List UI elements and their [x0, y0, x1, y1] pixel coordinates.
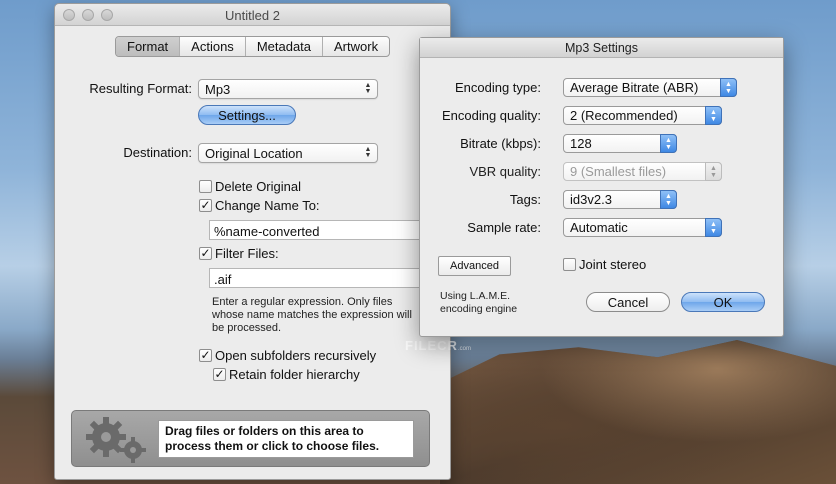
advanced-button[interactable]: Advanced [438, 256, 511, 276]
tab-artwork[interactable]: Artwork [323, 37, 389, 56]
bitrate-label: Bitrate (kbps): [460, 136, 541, 151]
resulting-format-label: Resulting Format: [89, 81, 192, 96]
watermark: FILECR.com [405, 338, 471, 353]
encoding-quality-select[interactable]: 2 (Recommended) ▲ ▼ [563, 106, 722, 125]
filter-files-checkbox[interactable]: ✓ [199, 247, 212, 260]
desktop-wallpaper-mountain [440, 340, 836, 484]
delete-original-label: Delete Original [215, 179, 301, 194]
encoding-type-select[interactable]: Average Bitrate (ABR) ▲ ▼ [563, 78, 737, 97]
tab-bar: Format Actions Metadata Artwork [115, 36, 391, 57]
tab-metadata[interactable]: Metadata [246, 37, 324, 56]
change-name-field[interactable]: %name-converted [209, 220, 419, 240]
vbr-quality-label: VBR quality: [469, 164, 541, 179]
destination-select[interactable]: Original Location ▲ ▼ [198, 143, 378, 163]
filter-files-label: Filter Files: [215, 246, 279, 261]
bitrate-value: 128 [570, 136, 592, 151]
drop-zone-text: Drag files or folders on this area to pr… [158, 420, 414, 458]
tags-select[interactable]: id3v2.3 ▲ ▼ [563, 190, 677, 209]
joint-stereo-label: Joint stereo [579, 257, 647, 272]
tags-label: Tags: [509, 192, 541, 207]
main-titlebar[interactable]: Untitled 2 [55, 4, 450, 26]
resulting-format-value: Mp3 [205, 82, 231, 97]
updown-arrows-icon: ▲ ▼ [660, 134, 677, 153]
gears-icon [84, 415, 150, 463]
destination-label: Destination: [123, 145, 192, 160]
updown-arrows-icon: ▲ ▼ [705, 218, 722, 237]
resulting-format-select[interactable]: Mp3 ▲ ▼ [198, 79, 378, 99]
main-window: Untitled 2 Format Actions Metadata Artwo… [54, 3, 451, 480]
settings-button[interactable]: Settings... [198, 105, 296, 125]
updown-arrows-icon: ▲ ▼ [660, 190, 677, 209]
filter-files-field[interactable]: .aif [209, 268, 419, 288]
encoding-quality-label: Encoding quality: [441, 108, 541, 123]
destination-value: Original Location [205, 146, 303, 161]
mp3-settings-title: Mp3 Settings [420, 38, 783, 58]
updown-arrows-icon: ▲ ▼ [705, 106, 722, 125]
window-title: Untitled 2 [225, 8, 280, 23]
tab-format[interactable]: Format [116, 37, 181, 56]
sample-rate-label: Sample rate: [467, 220, 541, 235]
bitrate-select[interactable]: 128 ▲ ▼ [563, 134, 677, 153]
encoding-quality-value: 2 (Recommended) [570, 108, 678, 123]
updown-arrows-icon: ▲ ▼ [364, 82, 372, 95]
sample-rate-value: Automatic [570, 220, 628, 235]
encoding-type-value: Average Bitrate (ABR) [570, 80, 699, 95]
open-subfolders-checkbox[interactable]: ✓ [199, 349, 212, 362]
updown-arrows-icon: ▲ ▼ [720, 78, 737, 97]
watermark-text: FILECR [405, 338, 458, 353]
joint-stereo-checkbox[interactable] [563, 258, 576, 271]
updown-arrows-icon: ▲ ▼ [364, 146, 372, 159]
retain-hierarchy-label: Retain folder hierarchy [229, 367, 360, 382]
drop-zone[interactable]: Drag files or folders on this area to pr… [71, 410, 430, 467]
engine-note: Using L.A.M.E. encoding engine [440, 290, 518, 315]
vbr-quality-select[interactable]: 9 (Smallest files) ▲ ▼ [563, 162, 722, 181]
filter-help-text: Enter a regular expression. Only files w… [212, 296, 412, 334]
mp3-settings-panel: Mp3 Settings Encoding type: Average Bitr… [419, 37, 784, 337]
tags-value: id3v2.3 [570, 192, 612, 207]
updown-arrows-icon: ▲ ▼ [705, 162, 722, 181]
vbr-quality-value: 9 (Smallest files) [570, 164, 667, 179]
sample-rate-select[interactable]: Automatic ▲ ▼ [563, 218, 722, 237]
change-name-checkbox[interactable]: ✓ [199, 199, 212, 212]
encoding-type-label: Encoding type: [454, 80, 541, 95]
watermark-sub: .com [457, 346, 471, 352]
open-subfolders-label: Open subfolders recursively [215, 348, 377, 363]
retain-hierarchy-checkbox[interactable]: ✓ [213, 368, 226, 381]
tab-actions[interactable]: Actions [180, 37, 246, 56]
delete-original-checkbox[interactable] [199, 180, 212, 193]
change-name-label: Change Name To: [215, 198, 320, 213]
ok-button[interactable]: OK [681, 292, 765, 312]
cancel-button[interactable]: Cancel [586, 292, 670, 312]
